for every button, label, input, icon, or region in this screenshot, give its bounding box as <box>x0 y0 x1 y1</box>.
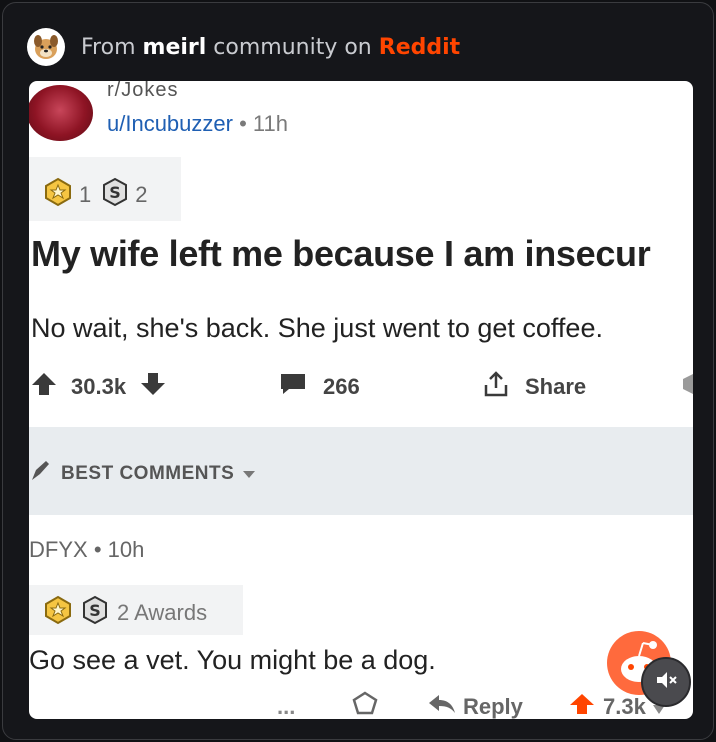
comment-awards-label: 2 Awards <box>117 600 208 625</box>
community-name-link[interactable]: meirl <box>143 35 207 60</box>
comment-actions: ... Reply 7.3k <box>29 691 693 719</box>
header-prefix: From <box>81 34 136 60</box>
comment-icon <box>279 371 307 403</box>
embed-header: From meirl community on Reddit <box>27 28 460 66</box>
rocket-icon <box>29 459 53 489</box>
more-options-button[interactable]: ... <box>277 691 295 719</box>
comment-author-line: DFYX • 10h <box>29 537 144 563</box>
comments-button[interactable]: 266 <box>279 367 360 407</box>
post-time: • 11h <box>239 111 288 136</box>
award-button-cut[interactable] <box>681 367 693 407</box>
header-middle: community on <box>213 34 372 60</box>
reply-label: Reply <box>463 694 523 719</box>
subreddit-avatar <box>29 85 93 141</box>
svg-text:S: S <box>109 183 121 202</box>
embed-frame: From meirl community on Reddit r/Jokes u… <box>2 2 714 740</box>
subreddit-name: r/Jokes <box>107 81 179 101</box>
svg-text:S: S <box>89 601 101 620</box>
reply-icon <box>427 693 457 719</box>
award-icon <box>351 691 379 719</box>
gold-award-icon <box>43 177 73 213</box>
comment-count: 266 <box>323 374 360 399</box>
silver-award-icon: S <box>81 595 109 631</box>
share-icon <box>481 369 511 405</box>
reddit-link[interactable]: Reddit <box>379 35 460 60</box>
community-logo-icon[interactable] <box>27 28 65 66</box>
silver-award-count: 2 <box>135 182 148 207</box>
award-comment-button[interactable] <box>351 691 379 719</box>
gold-award-icon <box>43 595 73 631</box>
post-body: No wait, she's back. She just went to ge… <box>31 313 603 343</box>
downvote-icon[interactable] <box>140 372 166 402</box>
speaker-muted-icon <box>654 668 678 697</box>
upvote-icon[interactable] <box>31 372 57 402</box>
share-label: Share <box>525 374 587 399</box>
embed-source-text: From meirl community on Reddit <box>81 35 460 60</box>
gold-award-count: 1 <box>79 182 92 207</box>
sort-dropdown[interactable]: BEST COMMENTS <box>29 459 256 489</box>
post-actions: 30.3k 266 Share <box>29 367 693 407</box>
comment-author[interactable]: DFYX <box>29 537 88 562</box>
reply-button[interactable]: Reply <box>427 691 523 719</box>
comment-awards: S 2 Awards <box>29 585 243 635</box>
comment-time: • 10h <box>93 537 145 562</box>
mute-button[interactable] <box>641 657 691 707</box>
vote-controls: 30.3k <box>31 367 166 407</box>
post-author: u/Incubuzzer <box>107 111 233 136</box>
sort-label: BEST COMMENTS <box>61 463 235 484</box>
share-button[interactable]: Share <box>481 367 586 407</box>
post-awards: 1 S 2 <box>29 157 181 221</box>
post-title[interactable]: My wife left me because I am insecur <box>31 233 651 275</box>
post-author-line: u/Incubuzzer • 11h <box>107 111 288 137</box>
award-icon <box>681 371 693 403</box>
upvote-icon[interactable] <box>569 693 595 719</box>
silver-award-icon: S <box>101 177 129 213</box>
comment-vote-count: 7.3k <box>603 694 646 719</box>
screenshot-card: r/Jokes u/Incubuzzer • 11h 1 S 2 My wife… <box>29 81 693 719</box>
post-vote-count: 30.3k <box>71 374 127 399</box>
comment-sort-bar: BEST COMMENTS <box>29 427 693 515</box>
chevron-down-icon <box>242 463 256 485</box>
comment-body: Go see a vet. You might be a dog. <box>29 645 436 675</box>
